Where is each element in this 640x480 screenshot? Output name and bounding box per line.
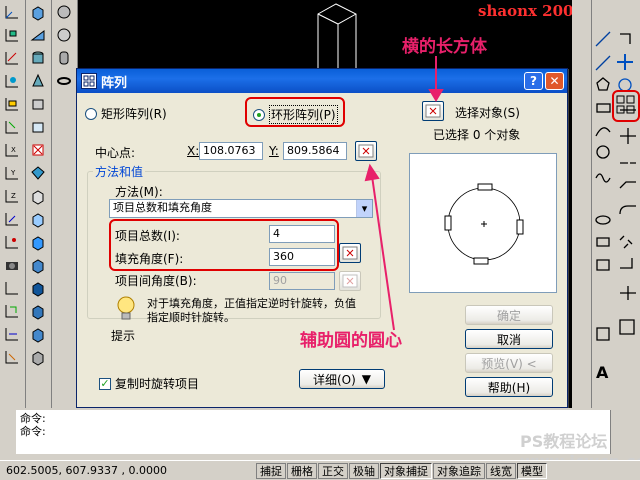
command-line: 命令: bbox=[20, 412, 46, 425]
command-line: 命令: bbox=[20, 425, 46, 438]
status-toggle-0[interactable]: 捕捉 bbox=[256, 462, 286, 479]
coordinate-readout: 602.5005, 607.9337 , 0.0000 bbox=[6, 464, 167, 477]
status-bar: 602.5005, 607.9337 , 0.0000 捕捉 栅格 正交 极轴 对象捕捉… bbox=[0, 460, 640, 480]
status-toggle-7[interactable]: 模型 bbox=[517, 462, 547, 479]
status-toggle-2[interactable]: 正交 bbox=[318, 462, 348, 479]
status-toggle-1[interactable]: 栅格 bbox=[287, 462, 317, 479]
status-toggle-6[interactable]: 线宽 bbox=[486, 462, 516, 479]
status-toggle-3[interactable]: 极轴 bbox=[349, 462, 379, 479]
status-toggle-5[interactable]: 对象追踪 bbox=[433, 462, 485, 479]
status-toggles: 捕捉 栅格 正交 极轴 对象捕捉 对象追踪 线宽 模型 bbox=[256, 462, 548, 479]
status-toggle-4[interactable]: 对象捕捉 bbox=[380, 462, 432, 479]
